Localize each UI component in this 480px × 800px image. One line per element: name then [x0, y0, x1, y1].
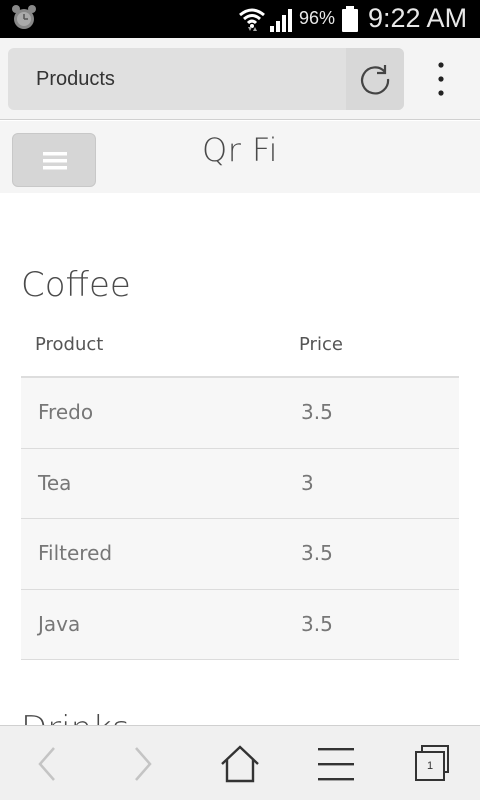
browser-toolbar: Products	[0, 38, 480, 120]
url-text[interactable]: Products	[36, 68, 115, 91]
page-content: Coffee Product Price Fredo 3.5 Tea 3 Fil…	[0, 193, 480, 725]
table-row: Fredo 3.5	[21, 378, 459, 449]
price-cell: 3	[301, 470, 314, 495]
tabs-count: 1	[426, 760, 434, 772]
product-cell: Filtered	[38, 541, 113, 565]
table-row: Filtered 3.5	[21, 519, 459, 590]
url-bar[interactable]: Products	[8, 48, 404, 110]
battery-icon	[342, 6, 358, 32]
product-cell: Tea	[38, 470, 72, 495]
browser-bottom-bar: 1	[0, 725, 480, 800]
table-header: Product Price	[21, 318, 459, 378]
alarm-clock-icon	[12, 5, 36, 29]
overflow-menu-icon[interactable]	[426, 56, 456, 102]
section-title-coffee: Coffee	[21, 265, 131, 305]
home-icon[interactable]	[220, 744, 260, 784]
reload-button[interactable]	[346, 48, 404, 110]
product-cell: Java	[38, 611, 81, 636]
table-row: Tea 3	[21, 448, 459, 519]
hamburger-icon	[43, 152, 67, 170]
status-clock: 9:22 AM	[368, 3, 468, 33]
table-row: Java 3.5	[21, 589, 459, 660]
column-header-product: Product	[35, 334, 104, 355]
coffee-table: Product Price Fredo 3.5 Tea 3 Filtered 3…	[21, 318, 459, 660]
cell-signal-icon	[270, 9, 292, 32]
forward-arrow-icon[interactable]	[122, 744, 162, 784]
price-cell: 3.5	[301, 400, 333, 424]
back-arrow-icon[interactable]	[28, 744, 68, 784]
wifi-icon	[239, 8, 265, 31]
menu-button[interactable]	[12, 133, 96, 187]
section-title-drinks: Drinks	[21, 709, 130, 725]
reload-icon	[361, 65, 390, 95]
status-bar: 96% 9:22 AM	[0, 0, 480, 38]
product-cell: Fredo	[38, 400, 94, 424]
tabs-button[interactable]: 1	[412, 744, 452, 784]
column-header-price: Price	[299, 334, 343, 355]
price-cell: 3.5	[301, 611, 333, 636]
battery-percent: 96%	[299, 8, 336, 28]
page-header: Qr Fi	[0, 121, 480, 193]
list-icon[interactable]	[316, 744, 356, 784]
price-cell: 3.5	[301, 541, 333, 565]
